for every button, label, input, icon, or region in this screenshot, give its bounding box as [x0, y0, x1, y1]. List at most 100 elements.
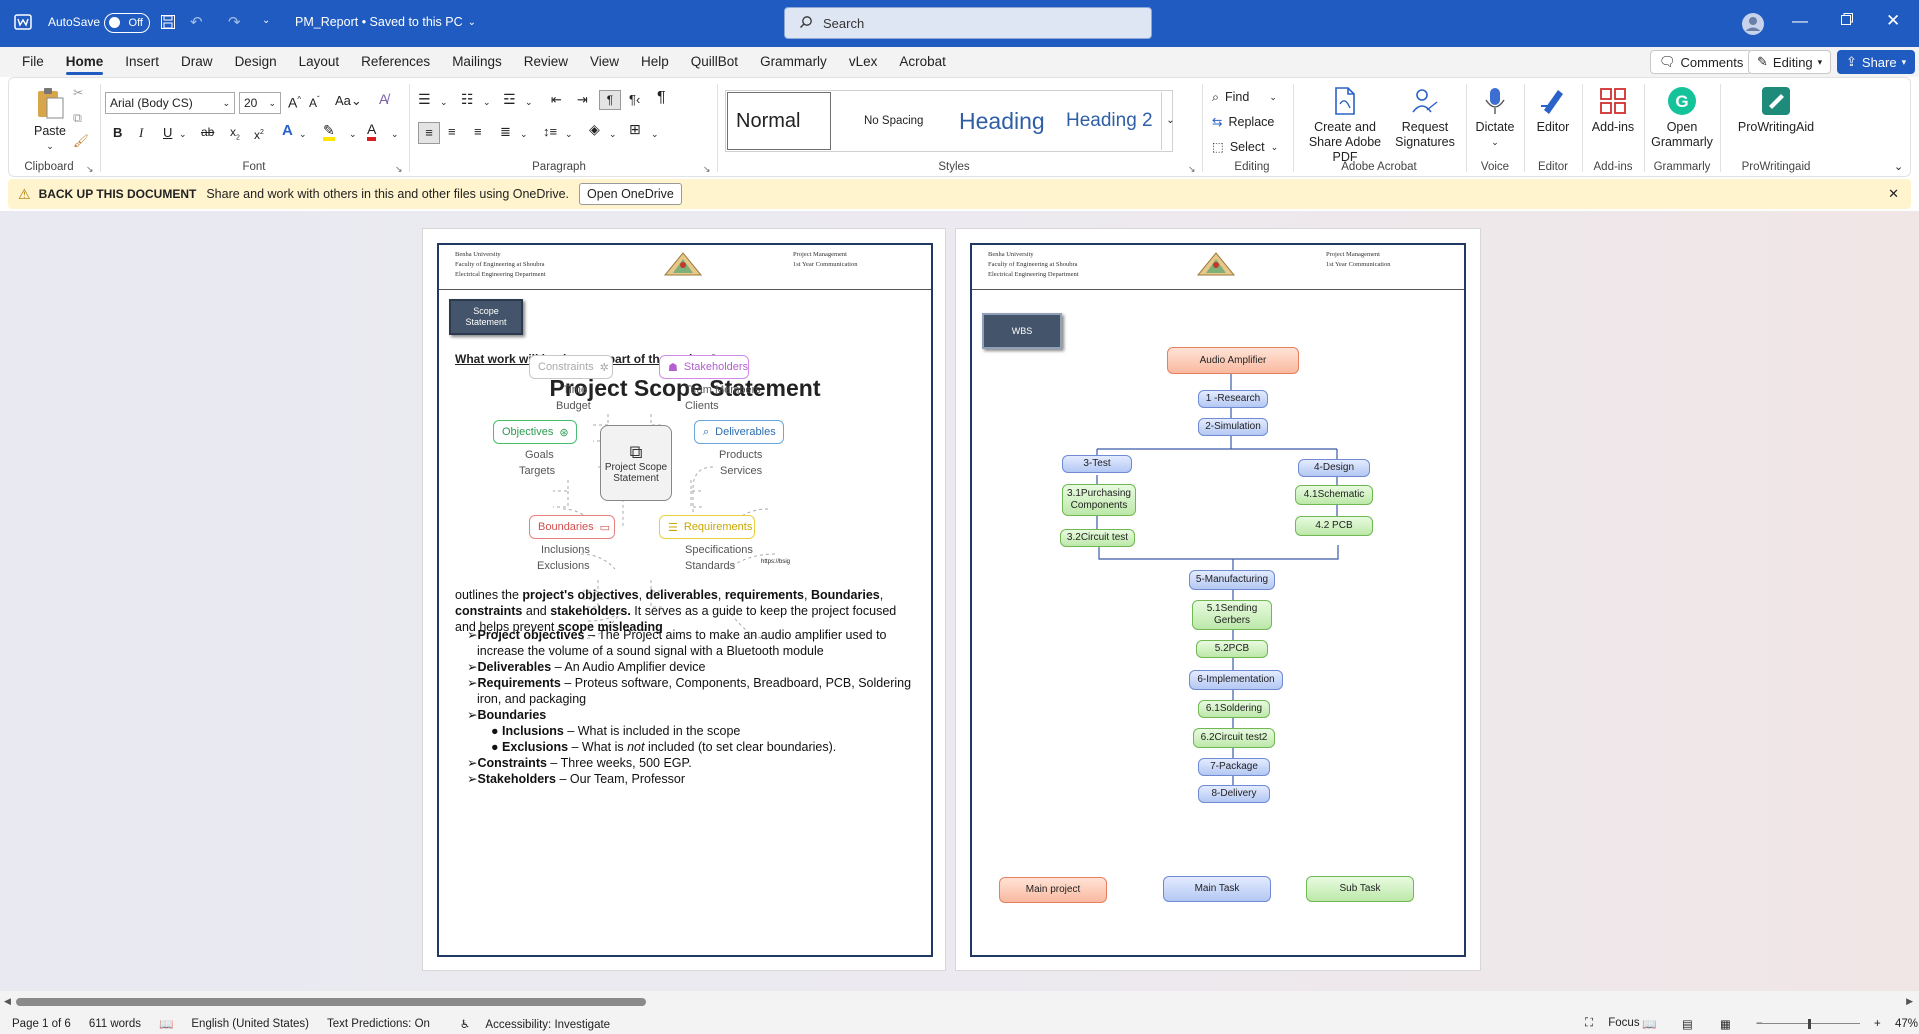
- bullets-icon[interactable]: ☰: [418, 92, 431, 107]
- font-size-select[interactable]: 20 ⌄: [239, 92, 281, 114]
- ltr-direction-icon[interactable]: ¶: [599, 90, 621, 110]
- close-window-icon[interactable]: ✕: [1886, 11, 1900, 31]
- borders-icon[interactable]: ⊞: [629, 122, 641, 137]
- menu-vlex[interactable]: vLex: [838, 47, 889, 77]
- comments-button[interactable]: 🗨 Comments: [1650, 50, 1753, 74]
- bold-icon[interactable]: B: [113, 125, 122, 140]
- text-effects-icon[interactable]: A: [282, 123, 293, 138]
- font-launcher-icon[interactable]: ↘: [395, 162, 403, 177]
- menu-view[interactable]: View: [579, 47, 630, 77]
- editor-button[interactable]: Editor: [1530, 86, 1576, 135]
- style-heading[interactable]: Heading: [951, 92, 1051, 150]
- zoom-in-icon[interactable]: +: [1874, 1018, 1881, 1030]
- close-info-bar-icon[interactable]: ✕: [1888, 186, 1899, 202]
- save-icon[interactable]: [160, 14, 176, 30]
- scroll-right-icon[interactable]: ▶: [1906, 996, 1913, 1007]
- chevron-down-icon[interactable]: ⌄: [299, 127, 307, 142]
- subscript-icon[interactable]: x2: [230, 125, 240, 145]
- select-button[interactable]: ⬚ Select ⌄: [1212, 140, 1302, 155]
- rtl-direction-icon[interactable]: ¶‹: [629, 92, 640, 107]
- open-grammarly-button[interactable]: G Open Grammarly: [1650, 86, 1714, 150]
- word-count[interactable]: 611 words: [89, 1018, 141, 1030]
- text-predictions-status[interactable]: Text Predictions: On: [327, 1018, 430, 1030]
- language-status[interactable]: English (United States): [191, 1018, 309, 1030]
- copy-icon[interactable]: ⧉: [73, 111, 82, 126]
- proofing-icon[interactable]: 📖: [159, 1017, 173, 1031]
- align-left-icon[interactable]: ≡: [418, 122, 440, 144]
- accessibility-status[interactable]: ♿ Accessibility: Investigate: [448, 1017, 610, 1031]
- decrease-indent-icon[interactable]: ⇤: [551, 92, 562, 107]
- find-button[interactable]: ⌕ Find ⌄: [1212, 90, 1302, 105]
- document-title[interactable]: PM_Report • Saved to this PC ⌄: [295, 15, 476, 29]
- add-ins-button[interactable]: Add-ins: [1588, 86, 1638, 135]
- menu-home[interactable]: Home: [55, 47, 115, 77]
- chevron-down-icon[interactable]: ⌄: [651, 127, 659, 142]
- chevron-down-icon[interactable]: ⌄: [179, 127, 187, 142]
- grow-font-icon[interactable]: A^: [288, 92, 301, 111]
- chevron-down-icon[interactable]: ⌄: [609, 127, 617, 142]
- menu-help[interactable]: Help: [630, 47, 680, 77]
- chevron-down-icon[interactable]: ⌄: [349, 127, 357, 142]
- dictate-button[interactable]: Dictate ⌄: [1472, 86, 1518, 150]
- search-box[interactable]: Search: [784, 7, 1152, 39]
- create-adobe-pdf-button[interactable]: Create and Share Adobe PDF: [1299, 86, 1391, 165]
- chevron-down-icon[interactable]: ⌄: [525, 95, 533, 110]
- request-signatures-button[interactable]: Request Signatures: [1393, 86, 1457, 150]
- menu-grammarly[interactable]: Grammarly: [749, 47, 838, 77]
- font-color-icon[interactable]: A: [367, 121, 377, 141]
- customize-quick-access-icon[interactable]: ⌄: [262, 15, 270, 26]
- styles-launcher-icon[interactable]: ↘: [1188, 162, 1196, 177]
- chevron-down-icon[interactable]: ⌄: [440, 95, 448, 110]
- minimize-icon[interactable]: —: [1792, 13, 1808, 31]
- increase-indent-icon[interactable]: ⇥: [577, 92, 588, 107]
- restore-icon[interactable]: [1840, 12, 1854, 26]
- web-layout-icon[interactable]: ▦: [1720, 1017, 1731, 1031]
- menu-acrobat[interactable]: Acrobat: [888, 47, 957, 77]
- replace-button[interactable]: ⇆ Replace: [1212, 115, 1302, 130]
- page-count[interactable]: Page 1 of 6: [12, 1018, 71, 1030]
- collapse-ribbon-icon[interactable]: ⌄: [1894, 160, 1903, 175]
- style-normal[interactable]: Normal: [727, 92, 831, 150]
- justify-icon[interactable]: ≣: [500, 124, 511, 139]
- zoom-slider-thumb[interactable]: [1808, 1019, 1811, 1029]
- clipboard-launcher-icon[interactable]: ↘: [86, 162, 94, 177]
- prowritingaid-button[interactable]: ProWritingAid: [1726, 86, 1826, 135]
- autosave-toggle[interactable]: Off: [104, 13, 150, 33]
- page-2[interactable]: Benha University Faculty of Engineering …: [955, 228, 1481, 971]
- styles-more-icon[interactable]: ⌄: [1161, 92, 1179, 150]
- change-case-icon[interactable]: Aa⌄: [335, 93, 362, 108]
- print-layout-icon[interactable]: ▤: [1682, 1017, 1693, 1031]
- editing-mode-button[interactable]: ✎ Editing ▾: [1748, 50, 1832, 74]
- chevron-down-icon[interactable]: ⌄: [483, 95, 491, 110]
- scroll-left-icon[interactable]: ◀: [4, 996, 11, 1007]
- scrollbar-thumb[interactable]: [16, 998, 646, 1006]
- font-name-select[interactable]: Arial (Body CS) ⌄: [105, 92, 235, 114]
- menu-draw[interactable]: Draw: [170, 47, 224, 77]
- multilevel-list-icon[interactable]: ☲: [503, 92, 516, 107]
- shading-icon[interactable]: ◈: [589, 122, 600, 137]
- format-painter-icon[interactable]: 🖌: [73, 134, 89, 149]
- style-heading-2[interactable]: Heading 2: [1058, 92, 1158, 150]
- clear-formatting-icon[interactable]: A̸: [379, 92, 388, 107]
- menu-layout[interactable]: Layout: [288, 47, 351, 77]
- account-avatar-icon[interactable]: [1741, 12, 1765, 36]
- paste-button[interactable]: Paste ⌄: [25, 86, 75, 154]
- read-mode-icon[interactable]: 📖: [1642, 1017, 1656, 1031]
- underline-icon[interactable]: U: [163, 125, 172, 140]
- menu-review[interactable]: Review: [513, 47, 579, 77]
- page-1[interactable]: Benha University Faculty of Engineering …: [422, 228, 946, 971]
- menu-file[interactable]: File: [11, 47, 55, 77]
- align-center-icon[interactable]: ≡: [448, 124, 456, 139]
- zoom-level[interactable]: 47%: [1895, 1018, 1918, 1030]
- undo-icon[interactable]: ↶: [190, 13, 203, 31]
- menu-design[interactable]: Design: [224, 47, 288, 77]
- show-formatting-marks-icon[interactable]: ¶: [657, 90, 666, 106]
- superscript-icon[interactable]: x2: [254, 125, 264, 143]
- italic-icon[interactable]: I: [139, 125, 143, 140]
- redo-icon[interactable]: ↷: [228, 13, 241, 31]
- horizontal-scrollbar[interactable]: ◀ ▶: [0, 991, 1919, 1013]
- share-button[interactable]: ⇪ Share ▾: [1837, 50, 1916, 74]
- highlight-icon[interactable]: ✎: [323, 123, 335, 141]
- chevron-down-icon[interactable]: ⌄: [391, 127, 399, 142]
- menu-references[interactable]: References: [350, 47, 441, 77]
